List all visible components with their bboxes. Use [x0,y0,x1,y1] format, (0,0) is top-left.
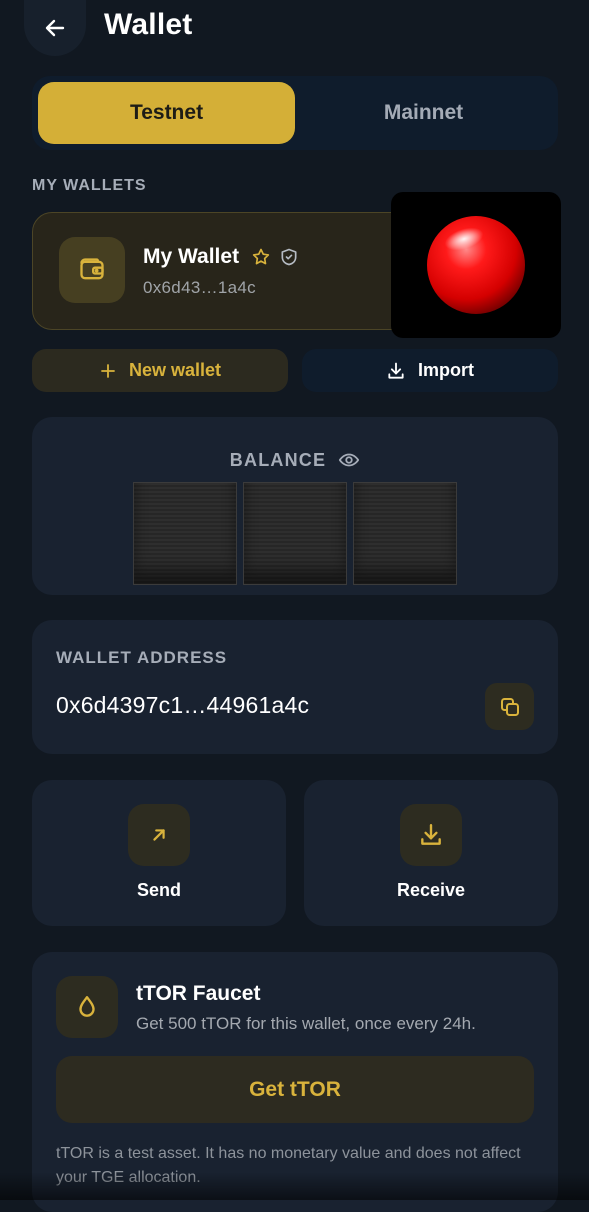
balance-redaction-block [353,482,457,585]
faucet-icon-box [56,976,118,1038]
network-toggle: Testnet Mainnet [32,76,558,150]
wallet-address-value: 0x6d4397c1…44961a4c [56,692,310,718]
get-ttor-button[interactable]: Get tTOR [56,1056,534,1123]
send-label: Send [136,880,181,900]
wallet-icon-box [59,237,125,303]
receive-icon-box [400,804,462,866]
arrow-left-icon [45,19,65,37]
bottom-fade [0,1172,589,1200]
faucet-title: tTOR Faucet [136,982,261,1005]
faucet-subtitle: Get 500 tTOR for this wallet, once every… [136,1014,476,1033]
wallet-address-card: WALLET ADDRESS 0x6d4397c1…44961a4c [32,620,558,754]
receive-label: Receive [396,880,466,900]
back-button[interactable] [24,0,86,56]
balance-label: BALANCE [229,449,327,470]
download-icon [388,362,404,379]
wallet-address-label: WALLET ADDRESS [56,648,228,667]
tab-testnet[interactable]: Testnet [38,82,295,144]
send-button[interactable]: Send [32,780,286,926]
download-icon [421,824,441,845]
receive-button[interactable]: Receive [304,780,558,926]
eye-icon[interactable] [338,449,360,471]
page-title: Wallet [104,8,193,41]
import-label: Import [418,360,474,380]
balance-redaction-block [133,482,237,585]
balance-card: BALANCE [32,417,558,595]
star-icon[interactable] [251,247,271,267]
balance-header: BALANCE [32,449,558,471]
my-wallets-label: MY WALLETS [32,177,147,194]
red-ball-image [427,216,525,314]
wallet-address-short: 0x6d43…1a4c [143,278,256,297]
balance-redaction-block [243,482,347,585]
wallet-icon [80,258,104,280]
tab-mainnet[interactable]: Mainnet [295,82,552,144]
send-icon-box [128,804,190,866]
copy-address-button[interactable] [485,683,534,730]
droplet-icon [79,996,95,1017]
new-wallet-label: New wallet [128,360,222,380]
red-ball-overlay [391,192,561,338]
plus-icon [101,363,115,378]
new-wallet-button[interactable]: New wallet [32,349,288,392]
import-button[interactable]: Import [302,349,558,392]
arrow-up-right-icon [153,829,165,841]
shield-check-icon [281,248,297,266]
wallet-name: My Wallet [143,245,240,268]
copy-icon [500,697,519,716]
